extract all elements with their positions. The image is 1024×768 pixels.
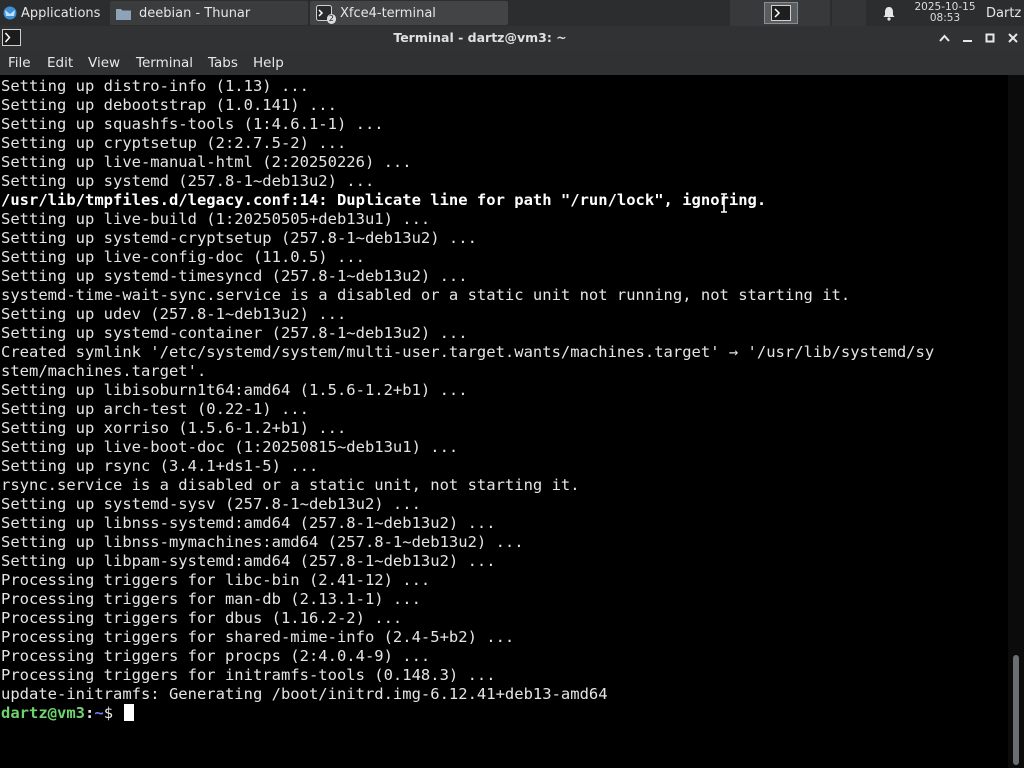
folder-icon xyxy=(116,8,131,20)
terminal-line: Setting up systemd (257.8-1~deb13u2) ... xyxy=(1,172,375,190)
menu-terminal[interactable]: Terminal xyxy=(136,50,193,75)
terminal-line: Setting up libnss-mymachines:amd64 (257.… xyxy=(1,533,524,551)
xfce-logo-icon xyxy=(3,6,17,20)
terminal-line: Setting up live-manual-html (2:20250226)… xyxy=(1,153,412,171)
chevron-up-icon xyxy=(938,34,950,42)
terminal-line: systemd-time-wait-sync.service is a disa… xyxy=(1,286,851,304)
terminal-output-area[interactable]: Setting up distro-info (1.13) ... Setting… xyxy=(0,75,1008,768)
terminal-line: Setting up debootstrap (1.0.141) ... xyxy=(1,96,337,114)
scrollbar-thumb[interactable] xyxy=(1013,655,1019,765)
terminal-line: Processing triggers for shared-mime-info… xyxy=(1,628,515,646)
terminal-line: Setting up libnss-systemd:amd64 (257.8-1… xyxy=(1,514,496,532)
terminal-line: Setting up cryptsetup (2:2.7.5-2) ... xyxy=(1,134,347,152)
top-panel: Applications deebian - Thunar 2 Xfce4-te… xyxy=(0,0,1024,26)
window-title: Terminal - dartz@vm3: ~ xyxy=(393,30,567,45)
terminal-line: Setting up arch-test (0.22-1) ... xyxy=(1,400,309,418)
terminal-line: Setting up systemd-sysv (257.8-1~deb13u2… xyxy=(1,495,421,513)
terminal-cursor xyxy=(124,704,135,721)
terminal-line: Setting up live-build (1:20250505+deb13u… xyxy=(1,210,431,228)
prompt-colon: : xyxy=(85,704,95,722)
workspace-2-button[interactable] xyxy=(832,0,866,26)
shell-prompt: dartz@vm3:~$ xyxy=(1,704,934,723)
terminal-line: Setting up systemd-timesyncd (257.8-1~de… xyxy=(1,267,468,285)
menu-bar: File Edit View Terminal Tabs Help xyxy=(0,50,1024,75)
terminal-line: Setting up squashfs-tools (1:4.6.1-1) ..… xyxy=(1,115,384,133)
terminal-line: Processing triggers for man-db (2.13.1-1… xyxy=(1,590,421,608)
terminal-line: Setting up rsync (3.4.1+ds1-5) ... xyxy=(1,457,319,475)
terminal-line: Setting up udev (257.8-1~deb13u2) ... xyxy=(1,305,347,323)
terminal-line: Setting up distro-info (1.13) ... xyxy=(1,77,309,95)
prompt-user-host: dartz@vm3 xyxy=(1,704,85,722)
terminal-line: Setting up live-boot-doc (1:20250815~deb… xyxy=(1,438,459,456)
workspace-1-button[interactable] xyxy=(764,2,798,24)
taskbar-item-label: Xfce4-terminal xyxy=(340,5,436,21)
menu-file[interactable]: File xyxy=(8,50,31,75)
close-icon xyxy=(1008,33,1018,43)
terminal-line: stem/machines.target'. xyxy=(1,362,207,380)
terminal-line: update-initramfs: Generating /boot/initr… xyxy=(1,685,608,703)
terminal-line: Setting up xorriso (1.5.6-1.2+b1) ... xyxy=(1,419,347,437)
notifications-button[interactable] xyxy=(876,0,902,26)
applications-menu-button[interactable]: Applications xyxy=(0,0,108,26)
terminal-line: Processing triggers for initramfs-tools … xyxy=(1,666,496,684)
text-cursor-icon xyxy=(721,193,727,213)
bell-icon xyxy=(883,6,895,21)
terminal-scrollbar[interactable] xyxy=(1008,75,1024,768)
terminal-icon xyxy=(771,5,791,21)
terminal-line: Setting up libpam-systemd:amd64 (257.8-1… xyxy=(1,552,496,570)
terminal-line: Setting up libisoburn1t64:amd64 (1.5.6-1… xyxy=(1,381,468,399)
window-count-badge: 2 xyxy=(326,14,336,24)
terminal-warning-line: /usr/lib/tmpfiles.d/legacy.conf:14: Dupl… xyxy=(1,191,767,209)
terminal-line: Setting up systemd-cryptsetup (257.8-1~d… xyxy=(1,229,477,247)
shade-button[interactable] xyxy=(934,28,954,48)
maximize-icon xyxy=(985,33,995,43)
minimize-button[interactable] xyxy=(957,28,977,48)
panel-clock[interactable]: 2025-10-15 08:53 xyxy=(906,0,984,26)
terminal-line: Setting up systemd-container (257.8-1~de… xyxy=(1,324,468,342)
terminal-lines: Setting up distro-info (1.13) ... Setting… xyxy=(1,77,934,723)
taskbar-item-terminal[interactable]: 2 Xfce4-terminal xyxy=(310,1,508,25)
prompt-sigil: $ xyxy=(103,704,123,722)
applications-label: Applications xyxy=(21,5,101,21)
close-button[interactable] xyxy=(1003,28,1023,48)
menu-view[interactable]: View xyxy=(88,50,120,75)
terminal-line: Processing triggers for procps (2:4.0.4-… xyxy=(1,647,431,665)
terminal-line: Processing triggers for dbus (1.16.2-2) … xyxy=(1,609,403,627)
clock-time: 08:53 xyxy=(929,12,961,24)
menu-help[interactable]: Help xyxy=(253,50,284,75)
terminal-line: Processing triggers for libc-bin (2.41-1… xyxy=(1,571,431,589)
terminal-line: Setting up live-config-doc (11.0.5) ... xyxy=(1,248,365,266)
window-titlebar[interactable]: Terminal - dartz@vm3: ~ xyxy=(0,26,1024,50)
maximize-button[interactable] xyxy=(980,28,1000,48)
menu-edit[interactable]: Edit xyxy=(47,50,73,75)
taskbar-item-thunar[interactable]: deebian - Thunar xyxy=(110,1,308,25)
terminal-icon: 2 xyxy=(316,5,336,24)
taskbar-item-label: deebian - Thunar xyxy=(139,5,251,21)
user-menu-button[interactable]: Dartz xyxy=(986,0,1024,26)
terminal-line: Created symlink '/etc/systemd/system/mul… xyxy=(1,343,935,361)
minimize-icon xyxy=(962,40,972,42)
terminal-line: rsync.service is a disabled or a static … xyxy=(1,476,580,494)
menu-tabs[interactable]: Tabs xyxy=(208,50,238,75)
prompt-path: ~ xyxy=(94,704,104,722)
